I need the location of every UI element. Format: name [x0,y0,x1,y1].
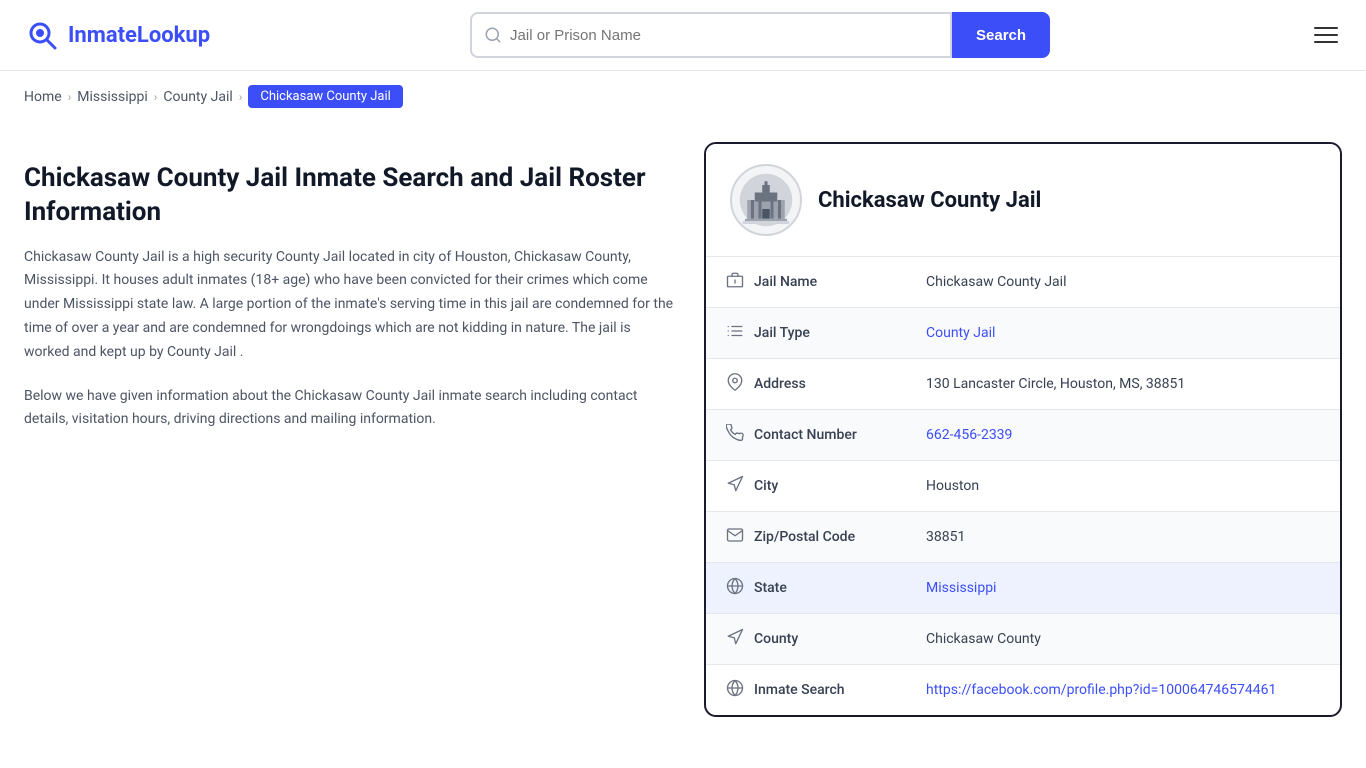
city-icon [726,475,744,497]
label-cell: Jail Name [706,257,906,308]
table-row: Jail NameChickasaw County Jail [706,257,1340,308]
value-cell: Houston [906,461,1340,512]
info-link[interactable]: 662-456-2339 [926,427,1012,443]
search-area: Search [470,12,1050,58]
menu-line-2 [1314,34,1338,36]
zip-icon [726,526,744,548]
table-row: CountyChickasaw County [706,614,1340,665]
logo-text: InmateLookup [68,23,210,48]
info-table: Jail NameChickasaw County JailJail TypeC… [706,256,1340,715]
search-icon [484,26,502,44]
menu-button[interactable] [1310,23,1342,47]
search-input[interactable] [510,27,938,44]
breadcrumb-state[interactable]: Mississippi [77,89,147,105]
value-cell: 38851 [906,512,1340,563]
page-title: Chickasaw County Jail Inmate Search and … [24,162,674,230]
chevron-icon-1: › [68,90,72,104]
menu-line-1 [1314,27,1338,29]
value-cell[interactable]: Mississippi [906,563,1340,614]
card-jail-name: Chickasaw County Jail [818,188,1041,213]
label-cell: Jail Type [706,308,906,359]
chevron-icon-2: › [154,90,158,104]
label-cell: State [706,563,906,614]
value-cell[interactable]: County Jail [906,308,1340,359]
info-card: Chickasaw County Jail Jail NameChickasaw… [704,142,1342,717]
info-link[interactable]: County Jail [926,325,995,341]
breadcrumb-active: Chickasaw County Jail [248,85,402,108]
info-link[interactable]: Mississippi [926,580,996,596]
value-cell: Chickasaw County [906,614,1340,665]
value-cell[interactable]: https://facebook.com/profile.php?id=1000… [906,665,1340,716]
county-icon [726,628,744,650]
page-description-1: Chickasaw County Jail is a high security… [24,246,674,365]
label-cell: Zip/Postal Code [706,512,906,563]
right-column: Chickasaw County Jail Jail NameChickasaw… [704,142,1342,717]
logo-icon [24,17,60,53]
logo[interactable]: InmateLookup [24,17,210,53]
table-row: Contact Number 662-456-2339 [706,410,1340,461]
left-column: Chickasaw County Jail Inmate Search and … [24,142,674,717]
label-cell: Address [706,359,906,410]
label-cell: Inmate Search [706,665,906,716]
breadcrumb-home[interactable]: Home [24,89,62,105]
phone-icon [726,424,744,446]
chevron-icon-3: › [239,90,243,104]
page-description-2: Below we have given information about th… [24,385,674,433]
table-row: Address130 Lancaster Circle, Houston, MS… [706,359,1340,410]
table-row: Zip/Postal Code38851 [706,512,1340,563]
label-cell: City [706,461,906,512]
table-row: State Mississippi [706,563,1340,614]
label-cell: Contact Number [706,410,906,461]
header: InmateLookup Search [0,0,1366,71]
inmate-icon [726,679,744,701]
type-icon [726,322,744,344]
breadcrumb-type[interactable]: County Jail [163,89,232,105]
info-link[interactable]: https://facebook.com/profile.php?id=1000… [926,682,1276,698]
state-icon [726,577,744,599]
jail-avatar [730,164,802,236]
value-cell: Chickasaw County Jail [906,257,1340,308]
value-cell: 130 Lancaster Circle, Houston, MS, 38851 [906,359,1340,410]
value-cell[interactable]: 662-456-2339 [906,410,1340,461]
main-content: Chickasaw County Jail Inmate Search and … [0,122,1366,757]
menu-line-3 [1314,41,1338,43]
jail-icon [726,271,744,293]
search-wrapper [470,12,952,58]
table-row: Inmate Search https://facebook.com/profil… [706,665,1340,716]
table-row: Jail Type County Jail [706,308,1340,359]
label-cell: County [706,614,906,665]
table-row: CityHouston [706,461,1340,512]
address-icon [726,373,744,395]
breadcrumb: Home › Mississippi › County Jail › Chick… [0,71,1366,122]
jail-avatar-image [736,170,796,230]
card-header: Chickasaw County Jail [706,144,1340,256]
search-button[interactable]: Search [952,12,1050,58]
